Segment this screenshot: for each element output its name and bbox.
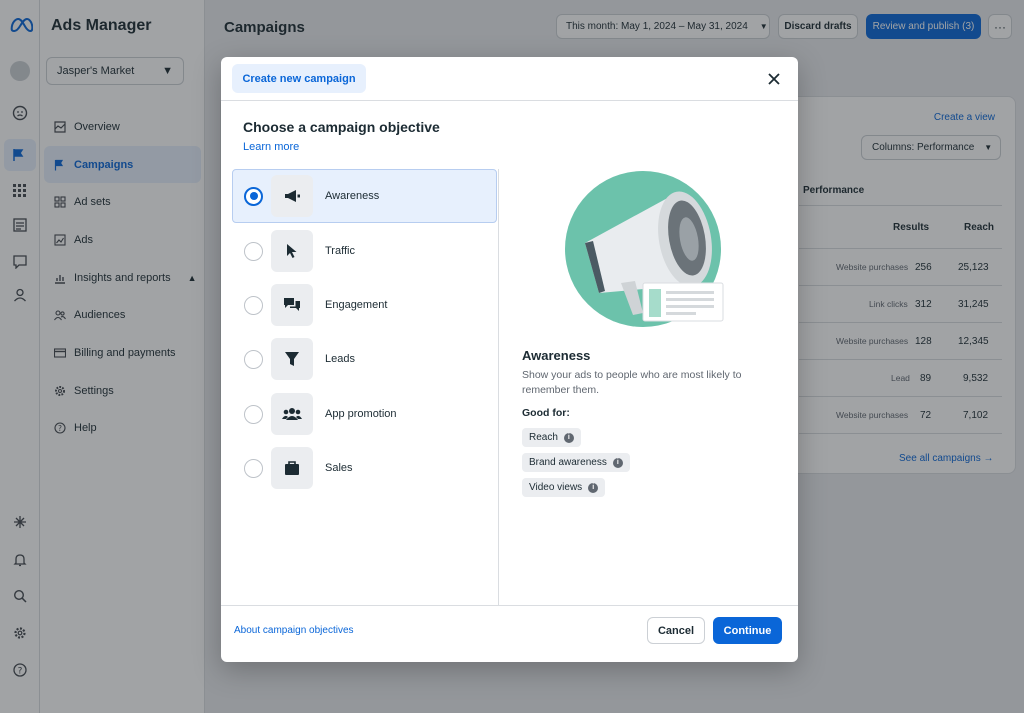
divider bbox=[498, 169, 499, 605]
good-for-chip: Video views i bbox=[522, 478, 606, 497]
cancel-button[interactable]: Cancel bbox=[647, 617, 705, 644]
objective-label: Leads bbox=[325, 353, 355, 365]
bag-icon bbox=[271, 447, 313, 489]
objective-app-promotion[interactable]: App promotion bbox=[232, 387, 497, 441]
objective-engagement[interactable]: Engagement bbox=[232, 278, 497, 332]
info-icon[interactable]: i bbox=[563, 432, 574, 443]
objective-leads[interactable]: Leads bbox=[232, 332, 497, 386]
radio-button[interactable] bbox=[244, 404, 263, 424]
continue-button[interactable]: Continue bbox=[713, 617, 782, 644]
divider bbox=[221, 605, 798, 606]
people-icon bbox=[271, 393, 313, 435]
dialog-heading: Choose a campaign objective bbox=[243, 119, 440, 135]
objective-sales[interactable]: Sales bbox=[232, 441, 497, 495]
objective-traffic[interactable]: Traffic bbox=[232, 224, 497, 278]
info-icon[interactable]: i bbox=[588, 482, 599, 493]
learn-more-link[interactable]: Learn more bbox=[243, 141, 299, 153]
objective-detail-description: Show your ads to people who are most lik… bbox=[522, 369, 742, 396]
objective-label: Engagement bbox=[325, 299, 388, 311]
chip-label: Video views bbox=[529, 482, 583, 493]
create-campaign-dialog: Create new campaign Choose a campaign ob… bbox=[221, 57, 798, 662]
megaphone-illustration bbox=[565, 171, 724, 327]
good-for-label: Good for: bbox=[522, 407, 570, 419]
objective-awareness[interactable]: Awareness bbox=[232, 169, 497, 223]
megaphone-icon bbox=[271, 175, 313, 217]
radio-button[interactable] bbox=[244, 349, 263, 369]
objective-label: Awareness bbox=[325, 190, 380, 202]
radio-button[interactable] bbox=[244, 295, 263, 315]
close-button[interactable] bbox=[765, 70, 783, 88]
chat-icon bbox=[271, 284, 313, 326]
divider bbox=[221, 100, 798, 101]
radio-button[interactable] bbox=[244, 458, 263, 478]
objective-label: Sales bbox=[325, 462, 353, 474]
objective-label: Traffic bbox=[325, 245, 355, 257]
info-icon[interactable]: i bbox=[612, 457, 623, 468]
filter-icon bbox=[271, 338, 313, 380]
close-icon bbox=[768, 73, 780, 85]
objective-detail-title: Awareness bbox=[522, 348, 591, 363]
chip-label: Brand awareness bbox=[529, 457, 607, 468]
tab-create-new-campaign[interactable]: Create new campaign bbox=[232, 64, 366, 93]
about-campaign-objectives-link[interactable]: About campaign objectives bbox=[234, 625, 354, 636]
chip-label: Reach bbox=[529, 432, 558, 443]
radio-button[interactable] bbox=[244, 241, 263, 261]
objective-label: App promotion bbox=[325, 408, 397, 420]
good-for-chip: Reach i bbox=[522, 428, 581, 447]
radio-button[interactable] bbox=[244, 186, 263, 206]
good-for-chip: Brand awareness i bbox=[522, 453, 630, 472]
cursor-icon bbox=[271, 230, 313, 272]
